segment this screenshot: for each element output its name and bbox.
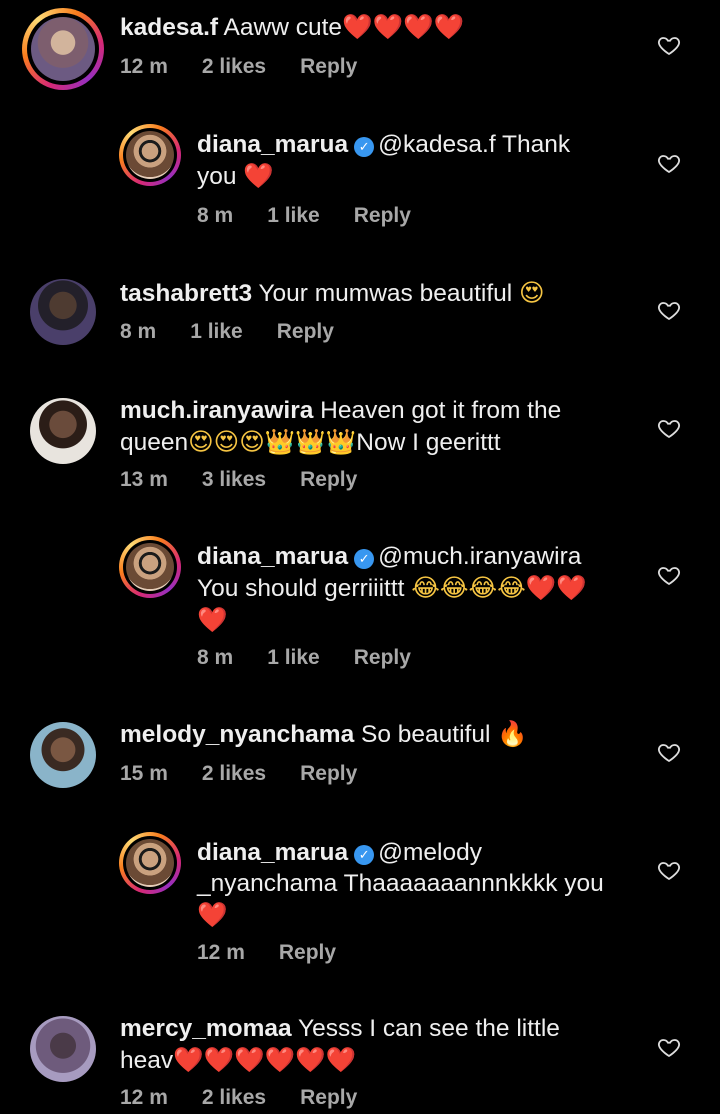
avatar[interactable] [126,131,174,179]
likes-count[interactable]: 1 like [190,320,243,343]
like-heart-icon[interactable] [656,740,682,764]
verified-badge-icon: ✓ [354,137,375,157]
comment-meta: 8 m 1 like Reply [197,204,445,228]
username[interactable]: mercy_momaa [120,1015,292,1042]
avatar[interactable] [126,543,174,591]
comment-text: diana_marua ✓ @kadesa.f Thank you ❤️ [197,131,571,190]
avatar[interactable] [126,839,174,887]
like-heart-icon[interactable] [656,1035,682,1059]
username[interactable]: diana_marua [197,839,348,866]
comment-meta: 8 m 1 like Reply [120,320,368,344]
comment-meta: 12 m Reply [197,941,370,965]
like-heart-icon[interactable] [656,416,682,440]
avatar[interactable] [31,17,95,81]
comment-time: 13 m [120,468,168,491]
comment-time: 12 m [120,55,168,78]
comment-meta: 8 m 1 like Reply [197,646,445,670]
username[interactable]: tashabrett3 [120,280,252,307]
likes-count[interactable]: 3 likes [202,468,266,491]
reply-button[interactable]: Reply [300,55,357,78]
avatar[interactable] [30,279,96,345]
comment-time: 8 m [197,204,234,227]
avatar[interactable] [30,398,96,464]
like-heart-icon[interactable] [656,298,682,322]
reply-button[interactable]: Reply [300,468,357,491]
reply-button[interactable]: Reply [279,941,336,964]
username[interactable]: kadesa.f [120,14,218,41]
comment-text: much.iranyawira Heaven got it from the q… [120,397,562,456]
like-heart-icon[interactable] [656,33,682,57]
username[interactable]: melody_nyanchama [120,721,354,748]
comment-time: 12 m [120,1086,168,1109]
like-heart-icon[interactable] [656,858,682,882]
avatar[interactable] [30,1016,96,1082]
reply-button[interactable]: Reply [277,320,334,343]
comment-time: 8 m [120,320,157,343]
comment-time: 15 m [120,762,168,785]
comment-text: tashabrett3 Your mumwas beautiful 😍 [120,278,545,307]
mention-link[interactable]: @much.iranyawira [378,543,581,570]
comment-text: kadesa.f Aaww cute❤️❤️❤️❤️ [120,12,465,41]
comment-meta: 15 m 2 likes Reply [120,762,391,786]
avatar[interactable] [30,722,96,788]
comment-text: melody_nyanchama So beautiful 🔥 [120,719,528,748]
like-heart-icon[interactable] [656,151,682,175]
comment-text: diana_marua ✓ @melody _nyanchama Thaaaaaaa… [197,839,604,929]
comment-text: mercy_momaa Yesss I can see the little h… [120,1015,560,1074]
username[interactable]: much.iranyawira [120,397,313,424]
mention-link[interactable]: @melody [378,839,482,866]
username[interactable]: diana_marua [197,131,348,158]
reply-button[interactable]: Reply [354,646,411,669]
likes-count[interactable]: 2 likes [202,55,266,78]
comment-text: diana_marua ✓ @much.iranyawira You should … [197,543,587,634]
likes-count[interactable]: 2 likes [202,762,266,785]
reply-button[interactable]: Reply [300,762,357,785]
comment-time: 8 m [197,646,234,669]
like-heart-icon[interactable] [656,563,682,587]
verified-badge-icon: ✓ [354,845,375,865]
comment-meta: 12 m 2 likes Reply [120,55,391,79]
comment-time: 12 m [197,941,245,964]
reply-button[interactable]: Reply [300,1086,357,1109]
comment-meta: 12 m 2 likes Reply [120,1086,391,1110]
verified-badge-icon: ✓ [354,549,375,569]
comment-meta: 13 m 3 likes Reply [120,468,391,492]
likes-count[interactable]: 2 likes [202,1086,266,1109]
likes-count[interactable]: 1 like [267,204,320,227]
reply-button[interactable]: Reply [354,204,411,227]
likes-count[interactable]: 1 like [267,646,320,669]
username[interactable]: diana_marua [197,543,348,570]
mention-link[interactable]: @kadesa.f [378,131,496,158]
